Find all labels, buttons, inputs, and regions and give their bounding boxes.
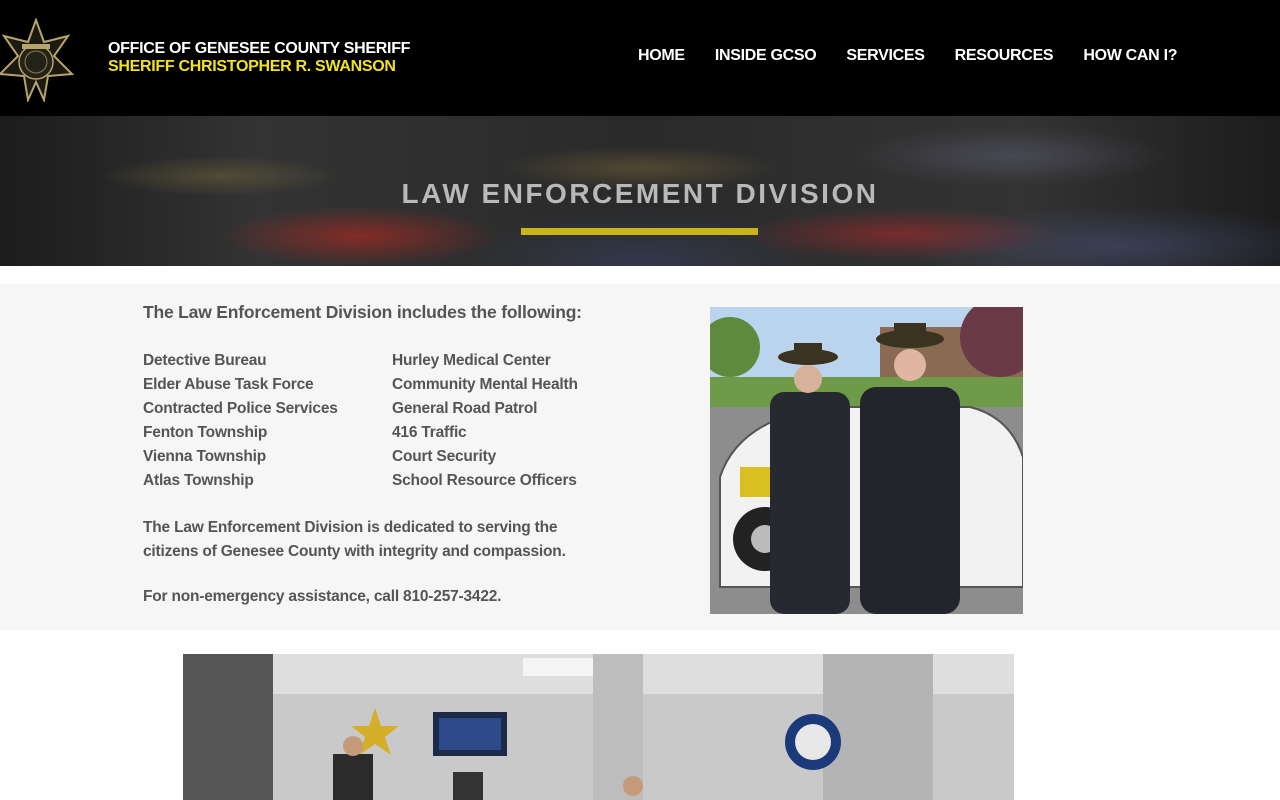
list-item: Detective Bureau: [143, 352, 267, 369]
non-emergency-note: For non-emergency assistance, call 810-2…: [143, 588, 502, 605]
list-item: Contracted Police Services: [143, 400, 338, 417]
site-header: OFFICE OF GENESEE COUNTY SHERIFF SHERIFF…: [0, 0, 1280, 116]
page-title: LAW ENFORCEMENT DIVISION: [401, 178, 879, 209]
briefing-room-photo-illustration: [183, 654, 1014, 800]
title-underline: [521, 228, 758, 235]
division-description: The Law Enforcement Division is dedicate…: [143, 516, 566, 564]
intro-heading: The Law Enforcement Division includes th…: [143, 302, 582, 322]
list-item: Atlas Township: [143, 472, 254, 489]
nav-how-can-i[interactable]: HOW CAN I?: [1083, 47, 1177, 69]
units-list-right: Hurley Medical Center Community Mental H…: [392, 351, 578, 495]
deputies-photo: [710, 307, 1023, 614]
deputies-photo-illustration: [710, 307, 1023, 614]
nav-services[interactable]: SERVICES: [846, 47, 925, 69]
sheriff-name: SHERIFF CHRISTOPHER R. SWANSON: [108, 58, 396, 75]
list-item: General Road Patrol: [392, 400, 538, 417]
list-item: Court Security: [392, 448, 496, 465]
sheriff-star-logo[interactable]: [0, 18, 74, 102]
list-item: Elder Abuse Task Force: [143, 376, 314, 393]
nav-inside-gcso[interactable]: INSIDE GCSO: [715, 47, 817, 69]
nav-home[interactable]: HOME: [638, 47, 685, 69]
org-name: OFFICE OF GENESEE COUNTY SHERIFF: [108, 40, 411, 57]
briefing-room-photo: [183, 654, 1014, 800]
nav-resources[interactable]: RESOURCES: [955, 47, 1054, 69]
list-item: Community Mental Health: [392, 376, 578, 393]
page-banner: LAW ENFORCEMENT DIVISION: [0, 116, 1280, 266]
list-item: Hurley Medical Center: [392, 352, 551, 369]
description-line: citizens of Genesee County with integrit…: [143, 543, 566, 560]
site-title[interactable]: OFFICE OF GENESEE COUNTY SHERIFF SHERIFF…: [108, 40, 410, 76]
list-item: School Resource Officers: [392, 472, 577, 489]
description-line: The Law Enforcement Division is dedicate…: [143, 519, 558, 536]
division-info: The Law Enforcement Division includes th…: [0, 284, 1280, 630]
list-item: Vienna Township: [143, 448, 267, 465]
list-item: Fenton Township: [143, 424, 268, 441]
units-list-left: Detective Bureau Elder Abuse Task Force …: [143, 351, 338, 495]
list-item: 416 Traffic: [392, 424, 467, 441]
main-nav: HOME INSIDE GCSO SERVICES RESOURCES HOW …: [638, 47, 1207, 69]
